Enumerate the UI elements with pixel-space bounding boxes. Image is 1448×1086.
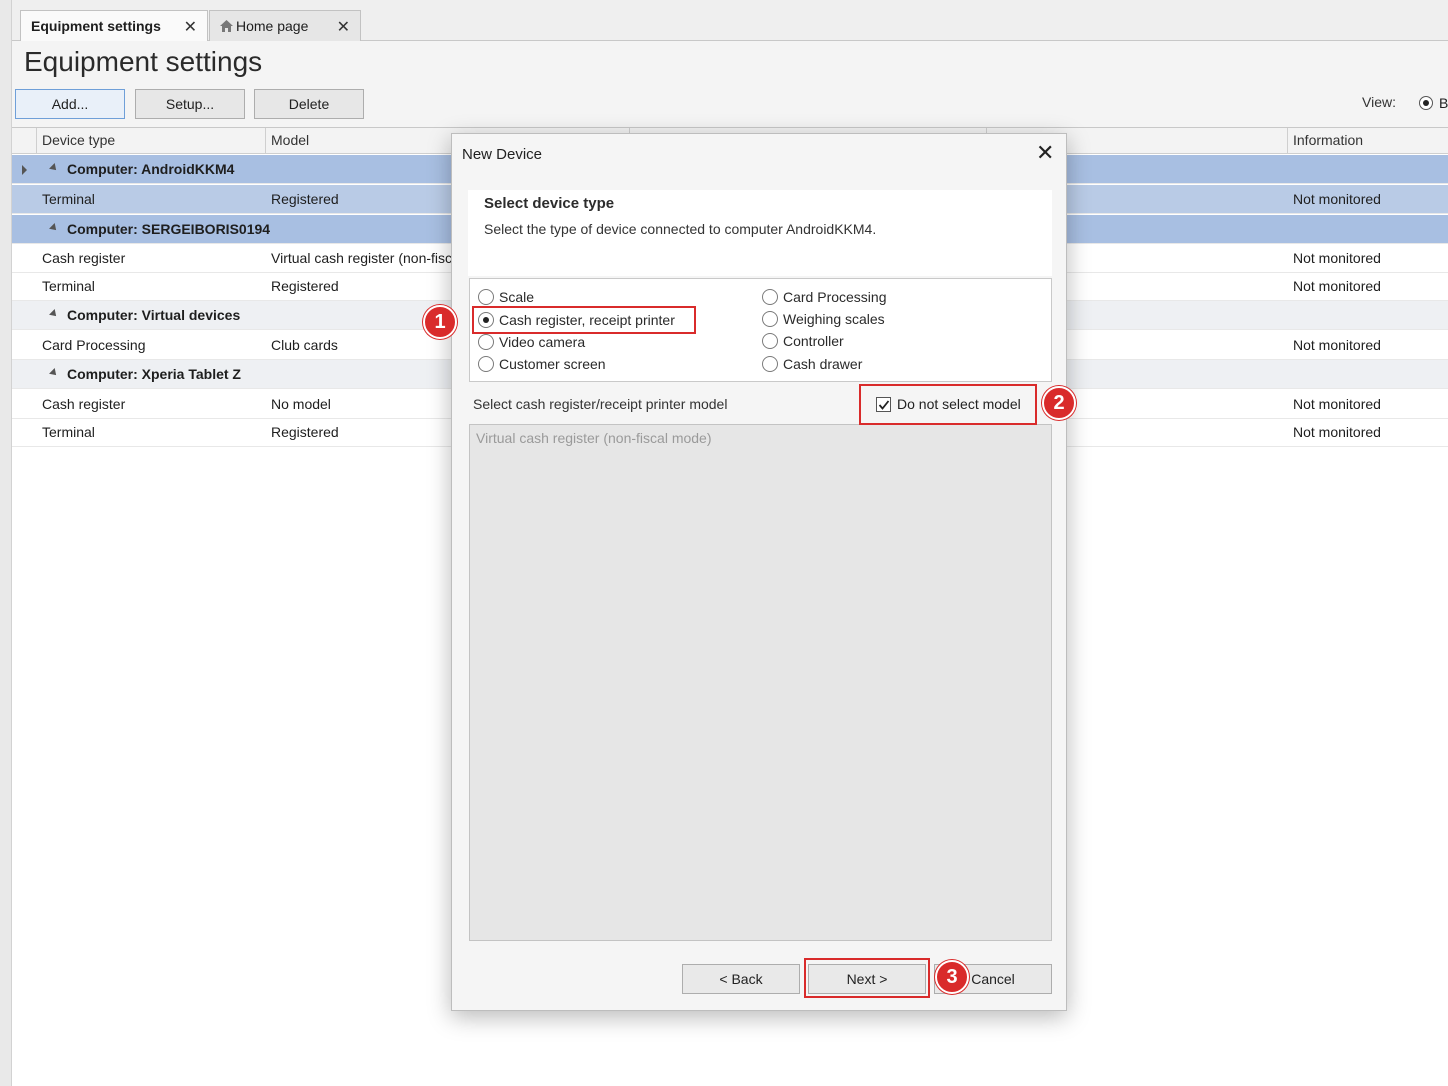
column-header-device-type[interactable]: Device type	[42, 132, 115, 148]
delete-button[interactable]: Delete	[254, 89, 364, 119]
device-type-cell: Cash register	[42, 396, 126, 412]
left-gutter	[0, 0, 12, 1086]
radio-button[interactable]	[762, 289, 778, 305]
column-header-information[interactable]: Information	[1293, 132, 1363, 148]
dialog-header: Select device type Select the type of de…	[468, 190, 1052, 276]
close-icon[interactable]: ✕	[184, 17, 197, 37]
information-cell: Not monitored	[1293, 191, 1381, 207]
radio-button[interactable]	[478, 356, 494, 372]
group-label: Computer: SERGEIBORIS0194	[67, 221, 271, 237]
option-weighing-scales[interactable]: Weighing scales	[762, 309, 885, 329]
group-label: Computer: Xperia Tablet Z	[67, 366, 241, 382]
view-radio[interactable]	[1419, 96, 1433, 110]
tab-label: Home page	[236, 18, 309, 34]
new-device-dialog: New Device ✕ Select device type Select t…	[451, 133, 1067, 1011]
dialog-heading: Select device type	[484, 195, 615, 212]
option-label: Controller	[783, 333, 844, 349]
model-cell: No model	[271, 396, 331, 412]
add-button[interactable]: Add...	[15, 89, 125, 119]
device-type-cell: Terminal	[42, 278, 95, 294]
dialog-subheading: Select the type of device connected to c…	[484, 221, 877, 237]
highlight-do-not-select-model	[859, 384, 1037, 425]
model-label: Select cash register/receipt printer mod…	[473, 396, 728, 412]
column-header-model[interactable]: Model	[271, 132, 309, 148]
collapse-icon[interactable]	[49, 309, 59, 319]
dialog-title: New Device	[462, 146, 543, 163]
radio-button[interactable]	[762, 311, 778, 327]
information-cell: Not monitored	[1293, 250, 1381, 266]
model-cell: Registered	[271, 191, 339, 207]
tab-home-page[interactable]: Home page ✕	[209, 10, 361, 41]
step-badge-1: 1	[423, 305, 457, 339]
row-pointer-icon	[22, 165, 27, 175]
view-label: View:	[1362, 94, 1396, 110]
model-cell: Virtual cash register (non-fisc	[271, 250, 453, 266]
option-label: Card Processing	[783, 289, 887, 305]
collapse-icon[interactable]	[49, 368, 59, 378]
device-type-cell: Card Processing	[42, 337, 146, 353]
option-label: Cash drawer	[783, 356, 863, 372]
radio-button[interactable]	[478, 289, 494, 305]
device-type-cell: Terminal	[42, 191, 95, 207]
highlight-cash-register-option	[472, 306, 696, 334]
device-type-cell: Terminal	[42, 424, 95, 440]
option-label: Scale	[499, 289, 535, 305]
option-label: Customer screen	[499, 356, 606, 372]
view-option-label: B	[1439, 95, 1448, 111]
group-label: Computer: AndroidKKM4	[67, 161, 235, 177]
information-cell: Not monitored	[1293, 278, 1381, 294]
radio-button[interactable]	[762, 356, 778, 372]
model-cell: Registered	[271, 424, 339, 440]
close-icon[interactable]: ✕	[337, 17, 350, 37]
option-video-camera[interactable]: Video camera	[478, 332, 585, 352]
radio-button[interactable]	[478, 334, 494, 350]
highlight-next-button	[804, 958, 930, 998]
model-list: Virtual cash register (non-fiscal mode)	[469, 424, 1052, 941]
option-label: Weighing scales	[783, 311, 885, 327]
information-cell: Not monitored	[1293, 424, 1381, 440]
option-label: Video camera	[499, 334, 586, 350]
step-badge-2: 2	[1042, 386, 1076, 420]
page-title: Equipment settings	[24, 46, 263, 77]
option-scale[interactable]: Scale	[478, 287, 534, 307]
collapse-icon[interactable]	[49, 223, 59, 233]
information-cell: Not monitored	[1293, 396, 1381, 412]
device-type-cell: Cash register	[42, 250, 126, 266]
model-cell: Registered	[271, 278, 339, 294]
group-label: Computer: Virtual devices	[67, 307, 241, 323]
tab-label: Equipment settings	[31, 18, 161, 34]
back-button[interactable]: < Back	[682, 964, 800, 994]
tab-equipment-settings[interactable]: Equipment settings ✕	[20, 10, 208, 41]
model-cell: Club cards	[271, 337, 338, 353]
tab-bar: Equipment settings ✕ Home page ✕	[12, 0, 1448, 41]
list-item: Virtual cash register (non-fiscal mode)	[476, 430, 712, 446]
option-card-processing[interactable]: Card Processing	[762, 287, 887, 307]
collapse-icon[interactable]	[49, 163, 59, 173]
information-cell: Not monitored	[1293, 337, 1381, 353]
step-badge-3: 3	[935, 960, 969, 994]
option-controller[interactable]: Controller	[762, 331, 844, 351]
option-customer-screen[interactable]: Customer screen	[478, 354, 606, 374]
radio-button[interactable]	[762, 333, 778, 349]
setup-button[interactable]: Setup...	[135, 89, 245, 119]
home-icon	[220, 20, 233, 32]
close-icon[interactable]: ✕	[1036, 142, 1054, 164]
option-cash-drawer[interactable]: Cash drawer	[762, 354, 862, 374]
